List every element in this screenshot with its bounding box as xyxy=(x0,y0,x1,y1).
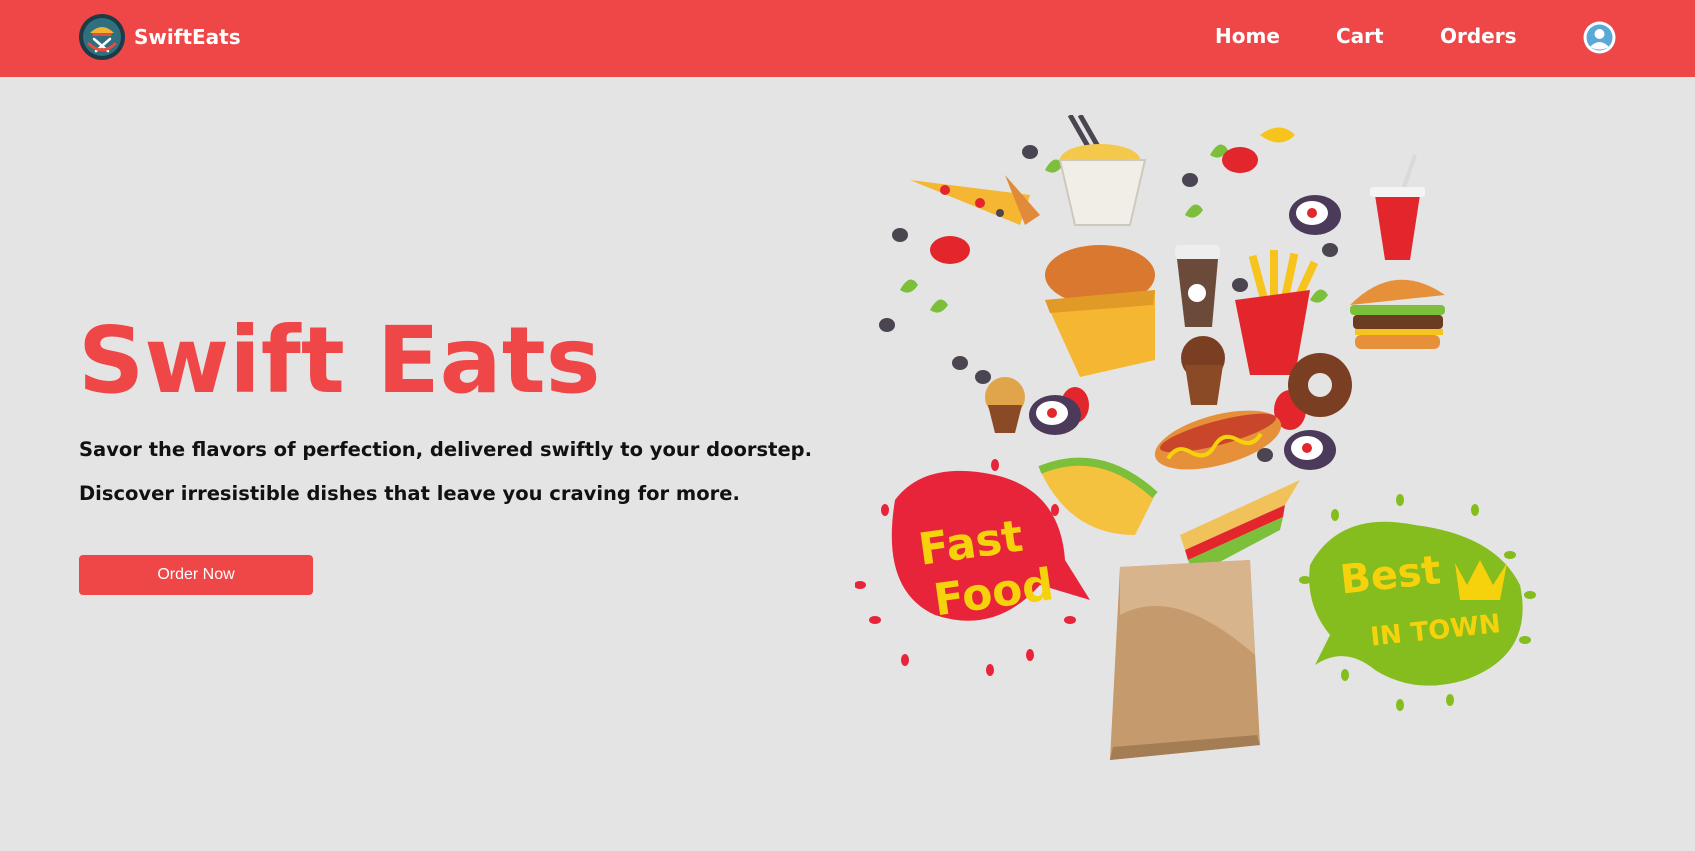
user-avatar-icon[interactable] xyxy=(1583,21,1616,54)
hero-tagline-1: Savor the flavors of perfection, deliver… xyxy=(79,438,813,461)
soda-cup-icon xyxy=(1370,154,1425,260)
hero-title: Swift Eats xyxy=(78,307,601,414)
fried-chicken-bucket-icon xyxy=(1045,245,1155,377)
burger-icon xyxy=(1350,279,1445,349)
paper-bag-icon xyxy=(1110,560,1260,760)
pizza-slice-icon xyxy=(910,175,1040,225)
hero-tagline-2: Discover irresistible dishes that leave … xyxy=(79,482,740,505)
french-fries-icon xyxy=(1235,250,1319,375)
hot-dog-icon xyxy=(1154,410,1282,470)
nav-home-link[interactable]: Home xyxy=(1215,24,1280,48)
fast-food-illustration: Fast Food Best IN TOWN xyxy=(855,115,1536,760)
coffee-cup-icon xyxy=(1175,245,1220,327)
donut-icon xyxy=(1288,353,1352,417)
nav-orders-link[interactable]: Orders xyxy=(1440,24,1517,48)
best-in-town-badge: Best IN TOWN xyxy=(1299,494,1536,711)
taco-icon xyxy=(1038,457,1158,535)
noodle-box-icon xyxy=(1058,115,1147,226)
brand-link[interactable]: SwiftEats xyxy=(78,13,241,61)
food-logo-icon xyxy=(79,14,125,60)
cheese-icon xyxy=(1260,127,1295,143)
brand-name: SwiftEats xyxy=(134,25,241,49)
nav-cart-link[interactable]: Cart xyxy=(1336,24,1384,48)
navbar: SwiftEats Home Cart Orders xyxy=(0,0,1695,77)
order-now-button[interactable]: Order Now xyxy=(79,555,313,595)
